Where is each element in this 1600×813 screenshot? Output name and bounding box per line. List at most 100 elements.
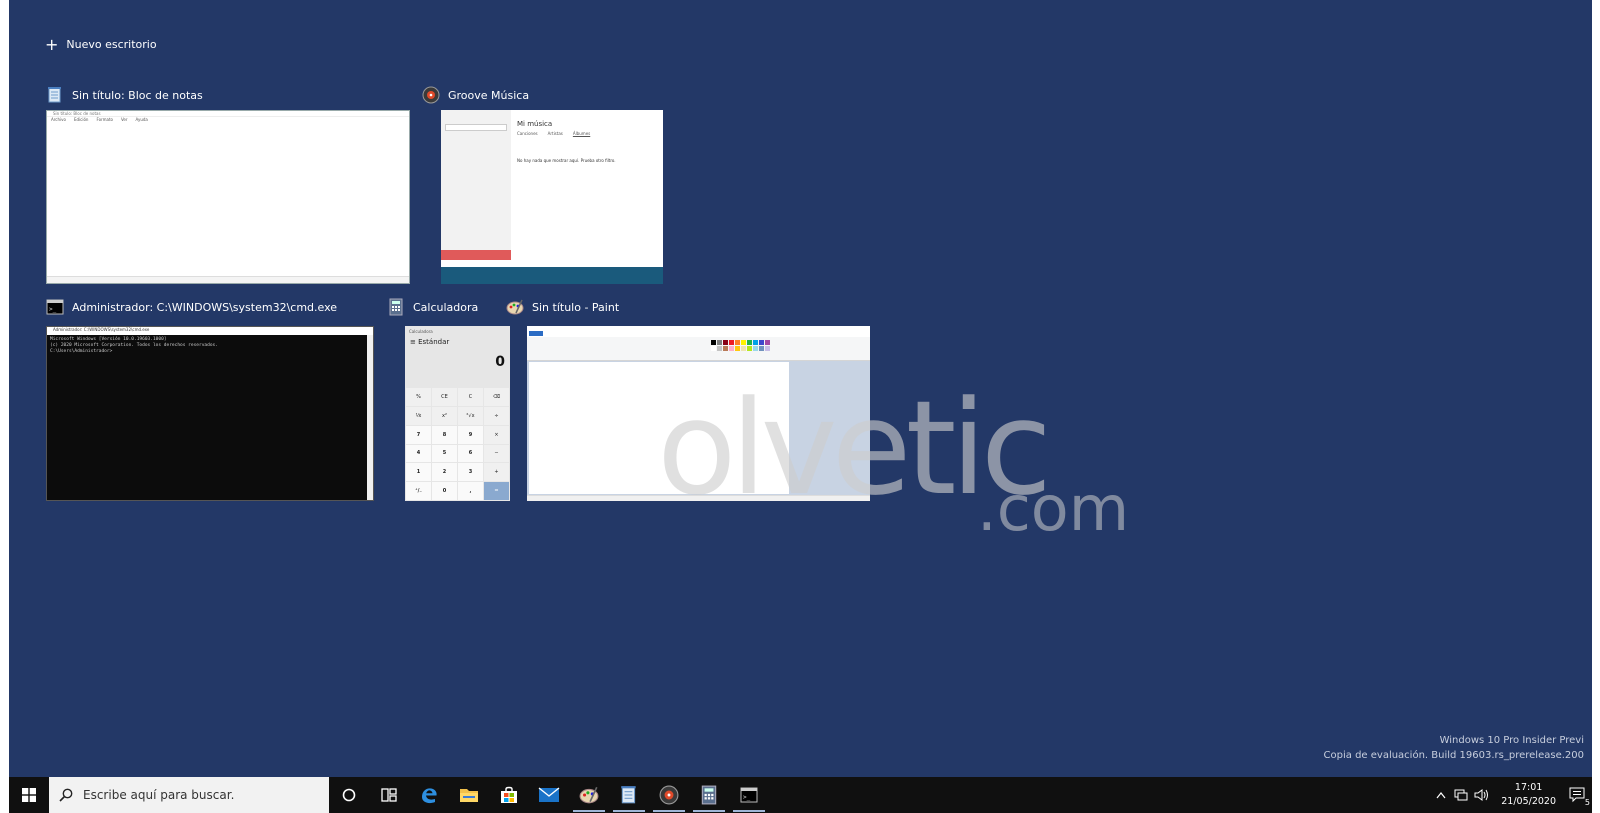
groove-heading: Mi música <box>517 120 553 128</box>
notepad-window-title[interactable]: Sin título: Bloc de notas <box>46 86 203 104</box>
mail-button[interactable] <box>529 777 569 813</box>
palette-swatch <box>729 340 734 345</box>
calc-key: 1 <box>406 463 431 482</box>
calc-keypad: % CE C ⌫ ⅟x x² ²√x ÷ 7 8 9 × 4 5 6 − 1 2… <box>406 388 509 500</box>
explorer-button[interactable] <box>449 777 489 813</box>
notepad-thumbnail[interactable]: Sin título: Bloc de notas Archivo Edició… <box>46 110 410 284</box>
calc-key: ⅟x <box>406 406 431 425</box>
start-button[interactable] <box>9 777 49 813</box>
palette-swatch <box>759 340 764 345</box>
paint-thumbnail[interactable] <box>527 326 870 501</box>
paint-window-title[interactable]: Sin título - Paint <box>506 298 619 316</box>
groove-player-bar <box>441 267 663 284</box>
circle-icon <box>342 788 356 802</box>
groove-sidebar <box>441 110 511 260</box>
cmd-thumbnail[interactable]: Administrador: C:\WINDOWS\system32\cmd.e… <box>46 326 374 501</box>
notification-count: 5 <box>1584 798 1590 807</box>
build-info-line2: Copia de evaluación. Build 19603.rs_prer… <box>1323 750 1584 761</box>
cmd-taskbar-button[interactable]: >_ <box>729 777 769 813</box>
palette-swatch <box>741 346 746 351</box>
palette-swatch <box>765 346 770 351</box>
network-button[interactable] <box>1451 777 1471 813</box>
clock[interactable]: 17:01 21/05/2020 <box>1501 781 1556 809</box>
groove-tab: Canciones <box>517 131 538 136</box>
calc-key: 4 <box>406 444 431 463</box>
show-hidden-icons-button[interactable] <box>1431 777 1451 813</box>
notepad-menu: Archivo Edición Formato Ver Ayuda <box>47 117 409 125</box>
task-view-screen: + Nuevo escritorio Sin título: Bloc de n… <box>9 0 1592 813</box>
store-icon <box>501 786 517 803</box>
notepad-title-text: Sin título: Bloc de notas <box>72 88 203 102</box>
store-button[interactable] <box>489 777 529 813</box>
volume-button[interactable] <box>1471 777 1493 813</box>
cmd-line: C:\Users\Administrador> <box>50 349 113 354</box>
calc-key: 7 <box>406 425 431 444</box>
groove-thumbnail[interactable]: Mi música Canciones Artistas Álbumes No … <box>441 110 663 284</box>
new-desktop-label: Nuevo escritorio <box>66 38 157 51</box>
watermark-suffix: .com <box>977 472 1130 545</box>
paint-ribbon <box>527 337 870 361</box>
palette-swatch <box>765 340 770 345</box>
calc-key: − <box>484 444 509 463</box>
cmd-title-text: Administrador: C:\WINDOWS\system32\cmd.e… <box>72 300 338 314</box>
palette-swatch <box>753 346 758 351</box>
windows-logo-icon <box>22 788 36 802</box>
groove-icon <box>659 785 679 805</box>
edge-button[interactable] <box>409 777 449 813</box>
calc-display: 0 <box>495 354 505 370</box>
new-desktop-button[interactable]: + Nuevo escritorio <box>45 34 157 54</box>
search-placeholder: Escribe aquí para buscar. <box>83 788 235 802</box>
calc-key: = <box>484 482 509 500</box>
groove-taskbar-button[interactable] <box>649 777 689 813</box>
svg-text:>_: >_ <box>49 306 57 313</box>
calc-key: , <box>458 482 483 500</box>
speaker-icon <box>1474 789 1489 801</box>
notepad-menu-item: Ver <box>120 117 128 122</box>
calculator-icon <box>387 298 405 316</box>
calc-window-title[interactable]: Calculadora <box>387 298 478 316</box>
cmd-inner-title: Administrador: C:\WINDOWS\system32\cmd.e… <box>47 327 373 335</box>
cortana-button[interactable] <box>329 777 369 813</box>
palette-swatch <box>717 346 722 351</box>
notepad-menu-item: Archivo <box>51 117 66 122</box>
action-center-button[interactable]: 5 <box>1564 777 1592 813</box>
calculator-icon <box>701 785 717 805</box>
palette-swatch <box>747 340 752 345</box>
calc-key: % <box>406 388 431 406</box>
notepad-taskbar-button[interactable] <box>609 777 649 813</box>
cmd-icon: >_ <box>740 787 758 803</box>
calc-key: × <box>484 425 509 444</box>
notepad-menu-item: Ayuda <box>135 117 148 122</box>
task-view-icon <box>381 788 397 802</box>
paint-icon <box>579 786 599 804</box>
calc-key: ⌫ <box>484 388 509 406</box>
calc-thumbnail[interactable]: Calculadora ≡ Estándar 0 % CE C ⌫ ⅟x x² … <box>405 326 510 501</box>
calc-key: 5 <box>432 444 457 463</box>
task-view-button[interactable] <box>369 777 409 813</box>
calc-title-text: Calculadora <box>413 300 479 314</box>
calc-key: ÷ <box>484 406 509 425</box>
groove-window-title[interactable]: Groove Música <box>422 86 529 104</box>
palette-swatch <box>735 346 740 351</box>
palette-swatch <box>747 346 752 351</box>
calc-key: ⁺/₋ <box>406 482 431 500</box>
calc-key: 0 <box>432 482 457 500</box>
groove-tabs: Canciones Artistas Álbumes <box>517 131 659 136</box>
calc-key: CE <box>432 388 457 406</box>
groove-title-text: Groove Música <box>448 88 530 102</box>
palette-swatch <box>711 340 716 345</box>
palette-swatch <box>759 346 764 351</box>
paint-canvas <box>529 362 789 494</box>
calc-key: 2 <box>432 463 457 482</box>
calc-key: 8 <box>432 425 457 444</box>
taskbar-search-box[interactable]: Escribe aquí para buscar. <box>49 777 329 813</box>
palette-swatch <box>711 346 716 351</box>
paint-taskbar-button[interactable] <box>569 777 609 813</box>
calculator-taskbar-button[interactable] <box>689 777 729 813</box>
paint-icon <box>506 298 524 316</box>
calc-key: x² <box>432 406 457 425</box>
calc-key: C <box>458 388 483 406</box>
cmd-window-title[interactable]: >_ Administrador: C:\WINDOWS\system32\cm… <box>46 298 337 316</box>
palette-swatch <box>723 340 728 345</box>
plus-icon: + <box>45 34 59 54</box>
